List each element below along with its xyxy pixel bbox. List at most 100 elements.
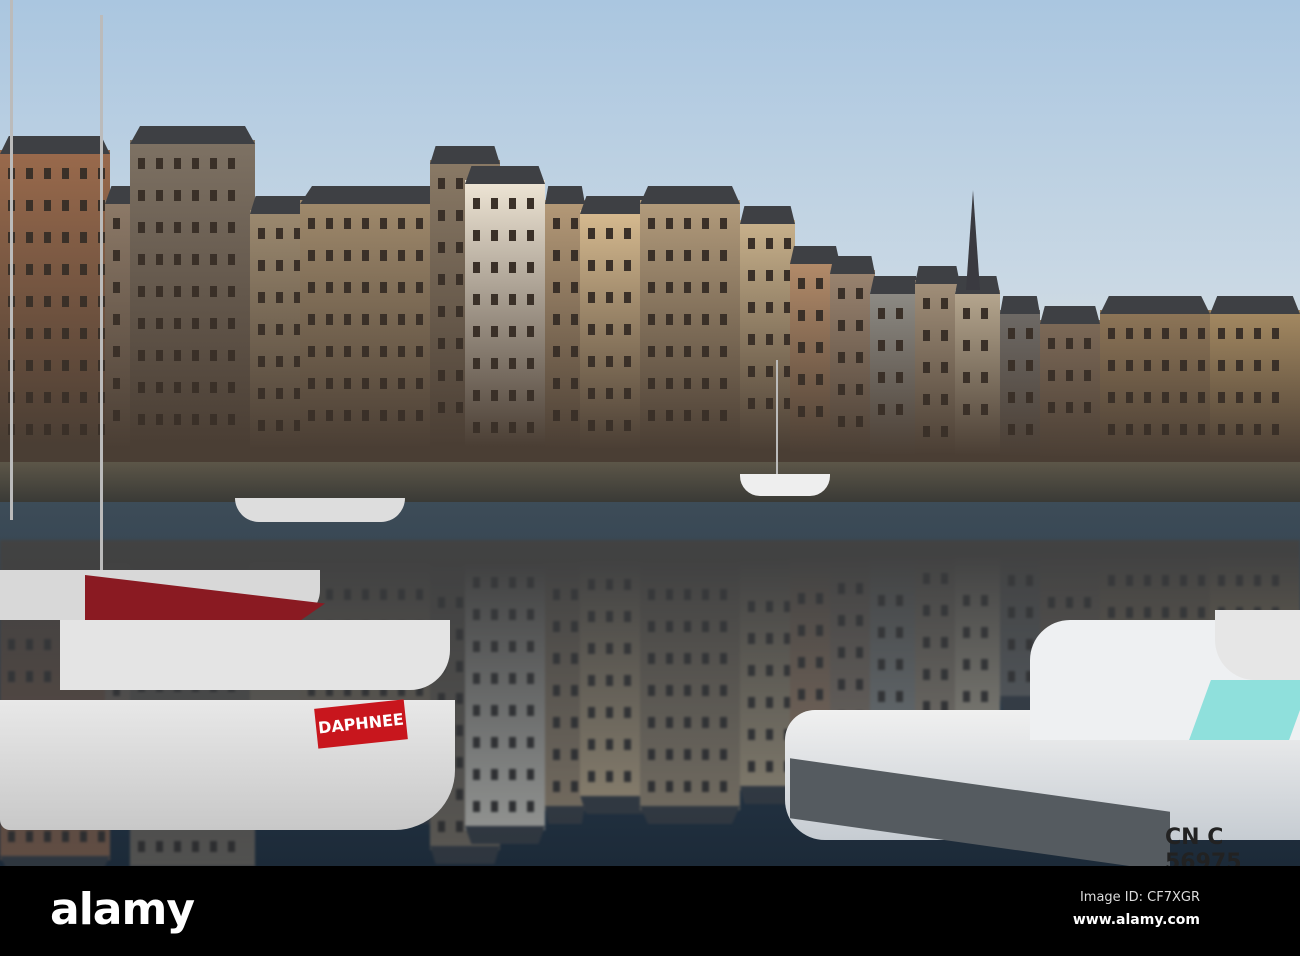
roof <box>430 846 500 864</box>
window <box>702 410 709 421</box>
window <box>816 593 823 604</box>
window <box>276 292 283 303</box>
window <box>44 671 51 682</box>
window <box>1180 424 1187 435</box>
window <box>1236 392 1243 403</box>
window <box>838 615 845 626</box>
window <box>362 282 369 293</box>
window <box>80 232 87 243</box>
watermark-bar <box>0 866 1300 956</box>
window <box>473 262 480 273</box>
window <box>981 308 988 319</box>
building <box>545 540 585 810</box>
window <box>624 292 631 303</box>
window <box>26 328 33 339</box>
window <box>963 372 970 383</box>
window <box>473 198 480 209</box>
window <box>666 781 673 792</box>
window <box>720 250 727 261</box>
window <box>80 200 87 211</box>
window <box>456 789 463 800</box>
window <box>748 238 755 249</box>
window <box>344 282 351 293</box>
window <box>941 362 948 373</box>
window <box>228 414 235 425</box>
window <box>1108 360 1115 371</box>
window <box>588 228 595 239</box>
window <box>798 310 805 321</box>
roof <box>1210 296 1300 314</box>
window <box>1162 392 1169 403</box>
window <box>362 346 369 357</box>
window <box>720 589 727 600</box>
building <box>915 266 960 470</box>
window <box>588 292 595 303</box>
building <box>1000 296 1040 470</box>
window <box>720 282 727 293</box>
window <box>228 158 235 169</box>
window <box>1084 402 1091 413</box>
window <box>473 801 480 812</box>
window <box>509 609 516 620</box>
window <box>456 178 463 189</box>
window <box>838 352 845 363</box>
window <box>648 653 655 664</box>
window <box>1084 338 1091 349</box>
window <box>941 637 948 648</box>
image-id: Image ID: CF7XGR <box>1079 890 1200 905</box>
window <box>228 318 235 329</box>
window <box>624 579 631 590</box>
window <box>941 573 948 584</box>
window <box>276 260 283 271</box>
window <box>1162 575 1169 586</box>
window <box>1066 597 1073 608</box>
window <box>473 705 480 716</box>
window <box>456 693 463 704</box>
sailboat-mast <box>100 15 103 575</box>
moored-sailboat <box>740 474 830 496</box>
window <box>1198 392 1205 403</box>
window <box>491 294 498 305</box>
window <box>228 190 235 201</box>
window <box>981 404 988 415</box>
window <box>648 717 655 728</box>
window <box>838 583 845 594</box>
window <box>606 260 613 271</box>
window <box>44 328 51 339</box>
window <box>648 250 655 261</box>
building <box>545 186 585 470</box>
window <box>702 749 709 760</box>
window <box>113 282 120 293</box>
window <box>416 314 423 325</box>
window <box>380 346 387 357</box>
window <box>720 781 727 792</box>
stock-photo: DAPHNEE CN C 56975 alamy Image ID: CF7XG… <box>0 0 1300 956</box>
window <box>326 346 333 357</box>
window <box>473 609 480 620</box>
window <box>1066 402 1073 413</box>
window <box>878 627 885 638</box>
window <box>878 595 885 606</box>
window <box>276 420 283 431</box>
roof <box>790 246 840 264</box>
window <box>748 302 755 313</box>
window <box>62 392 69 403</box>
window <box>362 314 369 325</box>
window <box>398 410 405 421</box>
window <box>174 382 181 393</box>
window <box>276 356 283 367</box>
building <box>830 256 875 470</box>
roof <box>430 146 500 164</box>
window <box>720 621 727 632</box>
window <box>588 388 595 399</box>
window <box>228 382 235 393</box>
window <box>174 414 181 425</box>
window <box>923 330 930 341</box>
window <box>174 254 181 265</box>
window <box>588 643 595 654</box>
window <box>606 420 613 431</box>
window <box>308 314 315 325</box>
window <box>1008 607 1015 618</box>
window <box>491 577 498 588</box>
window <box>571 218 578 229</box>
